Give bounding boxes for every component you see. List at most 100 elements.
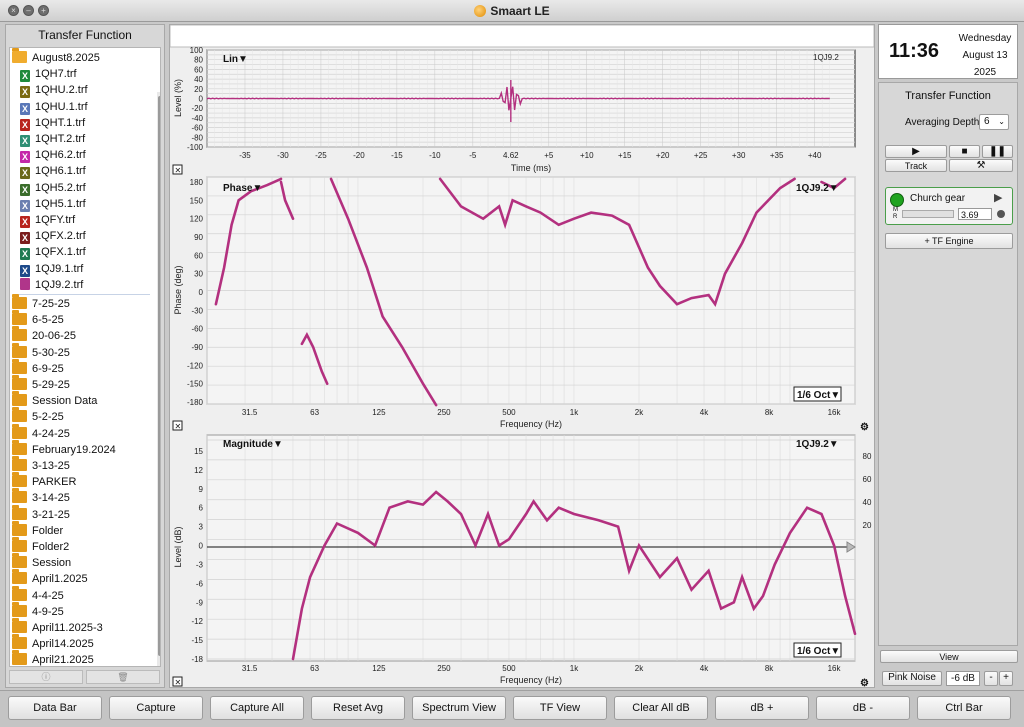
tf-engine-card[interactable]: Church gear ▶ MR 3.69 [885, 187, 1013, 225]
folder-item[interactable]: 3-13-25 [12, 456, 70, 474]
folder-label: 5-29-25 [32, 379, 70, 391]
folder-label: April11.2025-3 [32, 622, 103, 634]
spectrum-view-button[interactable]: Spectrum View [412, 696, 506, 720]
divider [14, 294, 150, 295]
folder-item[interactable]: Session [12, 553, 71, 571]
folder-item[interactable]: August8.2025 [12, 48, 100, 66]
file-list-scroll-thumb[interactable] [158, 96, 160, 656]
close-icon: ✕ [175, 422, 182, 431]
folder-item[interactable]: 3-14-25 [12, 488, 70, 506]
magnitude-settings-gear-icon[interactable]: ⚙ [860, 678, 869, 689]
folder-label: 5-30-25 [32, 346, 70, 359]
x-tick-label: 2k [635, 664, 644, 673]
file-label: 1QH7.trf [35, 68, 77, 81]
folder-item[interactable]: 7-25-25 [12, 294, 70, 312]
track-button[interactable]: Track [885, 159, 947, 172]
spreadsheet-file-icon: X [20, 86, 30, 99]
spreadsheet-file-icon: X [20, 183, 30, 196]
engine-play-icon[interactable]: ▶ [994, 191, 1002, 204]
phase-settings-gear-icon[interactable]: ⚙ [860, 422, 869, 433]
pink-noise-minus-button[interactable]: - [984, 671, 998, 686]
magnitude-plot-frame[interactable] [206, 434, 856, 662]
pause-button[interactable]: ❚❚ [982, 145, 1013, 158]
file-item[interactable]: X 1QH6.2.trf [12, 147, 86, 164]
add-tf-engine-button[interactable]: + TF Engine [885, 233, 1013, 249]
capture-button[interactable]: Capture [109, 696, 203, 720]
time-mode-dropdown[interactable]: Lin▼ [223, 54, 248, 65]
stop-icon: ■ [961, 146, 968, 157]
folder-item[interactable]: 5-30-25 [12, 342, 70, 361]
spreadsheet-file-icon: X [20, 248, 30, 261]
pink-noise-button[interactable]: Pink Noise [882, 671, 942, 686]
info-button[interactable]: ⓘ [9, 670, 83, 684]
file-item[interactable]: X 1QFY.trf [12, 212, 75, 228]
magnitude-xlabel: Frequency (Hz) [500, 675, 562, 685]
view-button[interactable]: View [880, 650, 1018, 663]
db-button[interactable]: dB - [816, 696, 910, 720]
magnitude-mode-dropdown[interactable]: Magnitude▼ [223, 439, 283, 450]
file-item[interactable]: X 1QHT.1.trf [12, 115, 85, 131]
folder-item[interactable]: Folder2 [12, 537, 69, 555]
tools-button[interactable]: ⚒ [949, 159, 1013, 172]
engine-record-icon[interactable] [997, 210, 1005, 218]
folder-item[interactable]: Folder [12, 520, 63, 539]
folder-item[interactable]: Session Data [12, 391, 97, 409]
file-item[interactable]: X 1QFX.2.trf [12, 228, 86, 245]
data-bar-button[interactable]: Data Bar [8, 696, 102, 720]
averaging-depth-value: 6 [984, 116, 990, 127]
x-tick-label: 125 [372, 664, 386, 673]
capture-all-button[interactable]: Capture All [210, 696, 304, 720]
file-item[interactable]: X 1QH5.2.trf [12, 180, 86, 196]
magnitude-trace-dropdown[interactable]: 1QJ9.2▼ [796, 439, 839, 450]
folder-item[interactable]: 5-2-25 [12, 407, 64, 425]
averaging-depth-select[interactable]: 6 ⌄ [979, 114, 1009, 130]
file-item[interactable]: X 1QHU.1.trf [12, 99, 88, 115]
file-item[interactable]: X 1QFX.1.trf [12, 244, 86, 261]
folder-item[interactable]: 6-9-25 [12, 358, 64, 377]
file-item[interactable]: X 1QH7.trf [12, 66, 77, 83]
folder-item[interactable]: April11.2025-3 [12, 618, 103, 636]
trash-button[interactable]: 🗑 [86, 670, 160, 684]
file-item[interactable]: 1QJ9.2.trf [12, 277, 83, 293]
folder-item[interactable]: 4-24-25 [12, 423, 70, 442]
folder-item[interactable]: 20-06-25 [12, 326, 76, 344]
engine-delay-value[interactable]: 3.69 [958, 208, 992, 220]
file-item[interactable]: X 1QJ9.1.trf [12, 261, 83, 277]
folder-item[interactable]: 5-29-25 [12, 375, 70, 393]
stop-button[interactable]: ■ [949, 145, 980, 158]
engine-r-label: R [893, 214, 898, 220]
folder-icon [12, 391, 27, 407]
x-tick-label: -35 [239, 151, 251, 160]
folder-item[interactable]: 4-4-25 [12, 585, 64, 604]
folder-label: February19.2024 [32, 443, 116, 456]
file-item[interactable]: X 1QHT.2.trf [12, 131, 85, 147]
engine-mr-labels: MR [893, 207, 898, 221]
pink-noise-plus-button[interactable]: + [999, 671, 1013, 686]
file-item[interactable]: X 1QH6.1.trf [12, 163, 86, 180]
averaging-label: Averaging Depth: [905, 117, 983, 128]
folder-item[interactable]: February19.2024 [12, 439, 116, 458]
spreadsheet-file-icon: X [20, 167, 30, 180]
clear-all-db-button[interactable]: Clear All dB [614, 696, 708, 720]
folder-item[interactable]: PARKER [12, 472, 76, 490]
folder-item[interactable]: 3-21-25 [12, 504, 70, 523]
folder-item[interactable]: April14.2025 [12, 634, 94, 652]
file-item[interactable]: X 1QH5.1.trf [12, 196, 86, 212]
folder-item[interactable]: 6-5-25 [12, 310, 64, 328]
file-item[interactable]: X 1QHU.2.trf [12, 82, 88, 99]
file-browser[interactable]: August8.2025 X 1QH7.trf X 1QHU.2.trf X 1QHU.1.… [9, 47, 161, 667]
reset-avg-button[interactable]: Reset Avg [311, 696, 405, 720]
folder-item[interactable]: April21.2025 [12, 650, 94, 666]
engine-status-icon[interactable] [890, 193, 904, 207]
phase-trace-dropdown[interactable]: 1QJ9.2▼ [796, 183, 839, 194]
db-button[interactable]: dB + [715, 696, 809, 720]
tf-view-button[interactable]: TF View [513, 696, 607, 720]
y-tick-label: 0 [199, 542, 204, 551]
play-button[interactable]: ▶ [885, 145, 947, 158]
phase-mode-dropdown[interactable]: Phase▼ [223, 183, 262, 194]
folder-icon [12, 650, 27, 666]
folder-item[interactable]: April1.2025 [12, 569, 88, 587]
folder-item[interactable]: 4-9-25 [12, 601, 64, 620]
ctrl-bar-button[interactable]: Ctrl Bar [917, 696, 1011, 720]
pink-noise-level[interactable]: -6 dB [946, 671, 980, 686]
